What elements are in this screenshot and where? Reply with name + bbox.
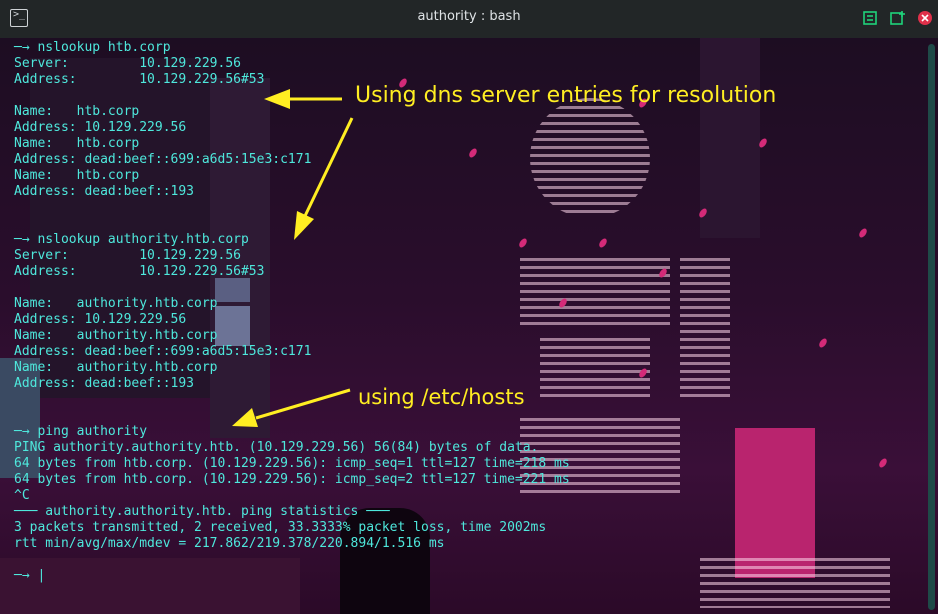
arrow-icon <box>264 89 342 109</box>
arrow-icon <box>294 117 354 240</box>
terminal-window: >_ authority : bash ─→ nslookup htb.corp… <box>0 0 938 614</box>
annotation-dns-note: Using dns server entries for resolution <box>355 83 777 108</box>
arrow-icon <box>232 388 351 427</box>
annotation-hosts-note: using /etc/hosts <box>358 385 525 409</box>
